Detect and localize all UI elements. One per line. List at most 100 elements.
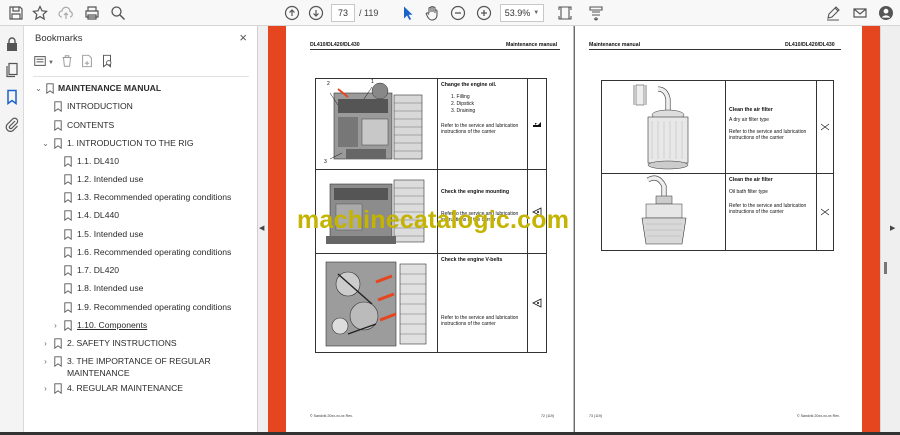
header-rule [310, 49, 560, 50]
close-panel-button[interactable]: × [239, 30, 247, 45]
bookmark-icon [54, 383, 62, 394]
chevron-down-icon[interactable]: ⌄ [34, 84, 43, 93]
panel-title: Bookmarks [35, 33, 83, 44]
navigation-rail [0, 26, 24, 432]
step-title: Clean the air filter [729, 107, 773, 113]
step-list: 1. Filling 2. Dipstick 3. Draining [451, 94, 524, 115]
page-footer-right: 72 (119) [541, 414, 555, 418]
new-bookmark-icon[interactable] [80, 54, 94, 73]
step-title: Check the engine V-belts [441, 257, 503, 263]
zoom-search-icon[interactable] [108, 3, 128, 23]
options-menu-icon[interactable] [33, 54, 47, 73]
bookmark-search-icon[interactable] [100, 54, 114, 73]
list-item: 2. Dipstick [451, 101, 475, 107]
callout-label: 1 [371, 79, 374, 85]
bookmark-label: CONTENTS [67, 120, 115, 130]
step-note: Refer to the service and lubrication ins… [729, 203, 807, 215]
bookmark-label: INTRODUCTION [67, 101, 133, 111]
toolbar: 73 / 119 53.9% ▼ [0, 0, 900, 26]
bookmark-label: 1.8. Intended use [77, 283, 144, 293]
page-header-left: DL410/DL420/DL430 [310, 42, 360, 48]
sign-pen-icon[interactable] [823, 3, 843, 23]
hand-tool-icon[interactable] [422, 3, 442, 23]
zoom-in-icon[interactable] [474, 3, 494, 23]
step-title: Clean the air filter [729, 177, 773, 183]
bookmark-label: 1.6. Recommended operating conditions [77, 247, 232, 257]
page-header-right: DL410/DL420/DL430 [785, 42, 835, 48]
step-subtitle: Oil bath filter type [729, 189, 768, 195]
page-number-input[interactable]: 73 [331, 4, 355, 22]
step-title: Check the engine mounting [441, 189, 510, 195]
page-footer-right: © Sandvik 20xx-xx-xx Rev. [797, 414, 840, 418]
bookmark-label: 1.7. DL420 [77, 265, 120, 275]
bookmark-icon [64, 283, 72, 294]
bookmark-icon [54, 356, 62, 367]
bookmark-panel-icon[interactable] [4, 89, 20, 105]
instruction-cell: Change the engine oil. 1. Filling 2. Dip… [438, 79, 528, 169]
instruction-cell: Clean the air filter Oil bath filter typ… [726, 174, 817, 250]
attachment-icon[interactable] [4, 116, 20, 132]
bookmark-label: 4. REGULAR MAINTENANCE [67, 383, 184, 393]
chevron-right-icon[interactable]: › [41, 357, 50, 366]
bookmark-label: 2. SAFETY INSTRUCTIONS [67, 338, 177, 348]
page-header-right: Maintenance manual [506, 42, 558, 48]
zoom-out-icon[interactable] [448, 3, 468, 23]
bookmark-icon [64, 229, 72, 240]
collapse-arrow-icon[interactable]: ◀ [259, 224, 264, 232]
chevron-down-icon: ▼ [533, 10, 540, 16]
bookmark-icon [64, 302, 72, 313]
instruction-cell: Check the engine V-belts Refer to the se… [438, 254, 528, 352]
step-note: Refer to the service and lubrication ins… [441, 123, 519, 135]
save-icon[interactable] [6, 3, 26, 23]
bookmark-label: 3. THE IMPORTANCE OF REGULAR [67, 356, 211, 366]
bookmark-label: 1.2. Intended use [77, 174, 144, 184]
document-page-right: Maintenance manual DL410/DL420/DL430 Cle… [575, 26, 862, 432]
delete-icon[interactable] [60, 54, 74, 73]
zoom-level-select[interactable]: 53.9% ▼ [500, 4, 544, 22]
chevron-down-icon[interactable]: ▼ [48, 60, 54, 66]
account-icon[interactable] [876, 3, 896, 23]
next-page-icon[interactable] [306, 3, 326, 23]
bookmark-label: 1.1. DL410 [77, 156, 120, 166]
bookmark-icon [54, 120, 62, 131]
clean-arrows-icon [817, 174, 833, 250]
callout-label: 2 [327, 81, 330, 87]
page-edge-band [268, 26, 286, 432]
step-subtitle: A dry air filter type [729, 117, 770, 123]
scroll-mode-icon[interactable] [586, 3, 606, 23]
email-icon[interactable] [850, 3, 870, 23]
callout-label: 3 [324, 159, 327, 165]
page-total: / 119 [359, 8, 379, 18]
bookmark-icon [64, 320, 72, 331]
maintenance-table: Clean the air filter A dry air filter ty… [601, 80, 834, 251]
chevron-right-icon[interactable]: › [41, 339, 50, 348]
bookmark-icon [64, 192, 72, 203]
expand-panel-arrow-icon[interactable]: ▶ [890, 224, 895, 232]
print-icon[interactable] [82, 3, 102, 23]
lock-icon[interactable] [4, 36, 20, 52]
bookmark-icon [64, 210, 72, 221]
bookmark-label: 1.3. Recommended operating conditions [77, 192, 232, 202]
scrollbar-thumb[interactable] [884, 262, 887, 274]
pdf-viewer-app: 73 / 119 53.9% ▼ Bookmarks × ▼ ⌄ MAINTEN… [0, 0, 900, 435]
bookmark-icon [64, 247, 72, 258]
bookmark-label: 1.10. Components [77, 320, 148, 330]
watermark-text: machinecatalogic.com [297, 206, 570, 234]
bookmark-label: 1. INTRODUCTION TO THE RIG [67, 138, 194, 148]
engine-vbelt-illustration [316, 254, 438, 352]
chevron-right-icon[interactable]: › [41, 384, 50, 393]
chevron-right-icon[interactable]: › [51, 321, 60, 330]
select-cursor-icon[interactable] [398, 3, 418, 23]
page-fit-icon[interactable] [555, 3, 575, 23]
upload-cloud-icon[interactable] [56, 3, 76, 23]
pages-icon[interactable] [4, 62, 20, 78]
chevron-down-icon[interactable]: ⌄ [41, 139, 50, 148]
page-footer-left: 73 (119) [589, 414, 603, 418]
bookmark-label: 1.4. DL440 [77, 210, 120, 220]
list-item: 1. Filling [451, 94, 470, 100]
previous-page-icon[interactable] [282, 3, 302, 23]
star-icon[interactable] [30, 3, 50, 23]
bookmark-icon [54, 101, 62, 112]
dry-air-filter-illustration [602, 81, 726, 173]
bookmark-icon [64, 265, 72, 276]
